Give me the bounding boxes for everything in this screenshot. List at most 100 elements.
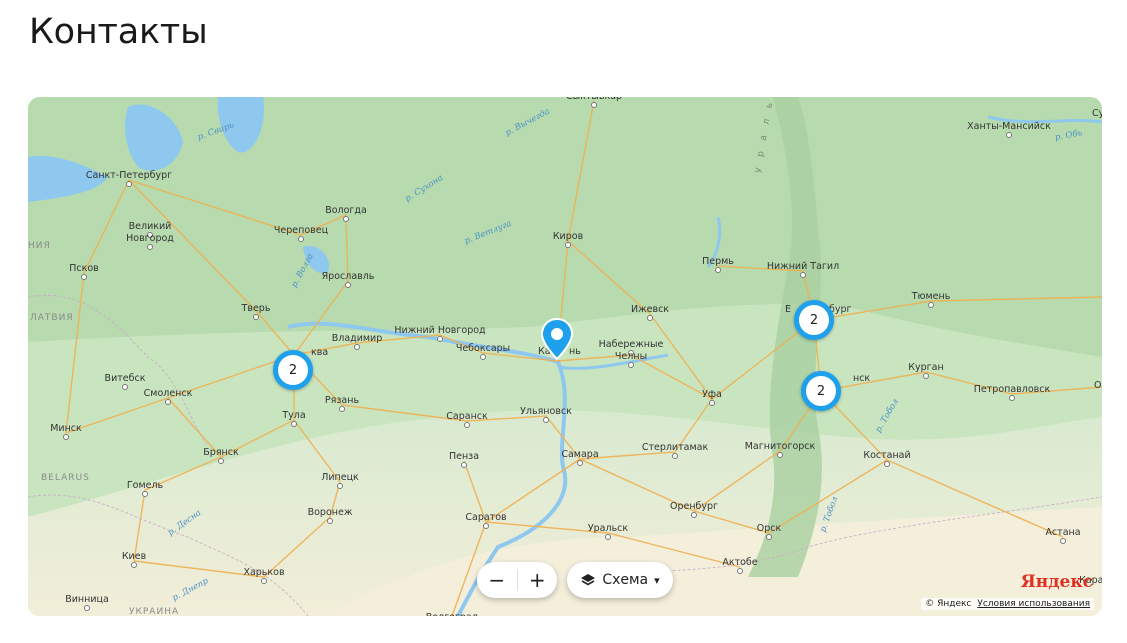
city-dot xyxy=(253,314,259,320)
city-label: Уфа xyxy=(702,389,722,400)
city-label: Астана xyxy=(1045,527,1081,538)
city-dot xyxy=(777,452,783,458)
city-dot xyxy=(343,216,349,222)
city-dot xyxy=(480,354,486,360)
city-label: Саратов xyxy=(465,512,507,523)
city-label: Оренбург xyxy=(669,501,719,512)
city-dot xyxy=(1009,395,1015,401)
layer-switch-label: Схема xyxy=(602,572,649,588)
city-label: Смоленск xyxy=(143,388,193,399)
cluster-marker[interactable]: 2 xyxy=(794,300,834,340)
cluster-marker[interactable]: 2 xyxy=(273,350,313,390)
country-label: НИЯ xyxy=(28,241,51,251)
city-dot xyxy=(800,272,806,278)
city-dot xyxy=(923,373,929,379)
city-dot xyxy=(345,282,351,288)
city-label: Киев xyxy=(121,551,147,562)
city-label: Великий xyxy=(128,221,172,232)
city-dot xyxy=(1006,132,1012,138)
city-label: Сыктывкар xyxy=(566,97,622,102)
city-label: Уральск xyxy=(587,523,629,534)
city-dot xyxy=(691,512,697,518)
city-label: Ярославль xyxy=(321,271,375,282)
city-label: Киров xyxy=(552,231,584,242)
city-dot xyxy=(766,534,772,540)
zoom-out-button[interactable]: − xyxy=(477,562,517,598)
city-dot xyxy=(628,362,634,368)
city-dot xyxy=(122,384,128,390)
city-label: Пенза xyxy=(448,451,480,462)
city-label: Ульяновск xyxy=(520,406,572,417)
city-dot xyxy=(715,267,721,273)
city-label: Самара xyxy=(561,449,599,460)
city-label: Курган xyxy=(908,362,944,373)
city-label: Стерлитамак xyxy=(641,442,709,453)
city-dot xyxy=(354,344,360,350)
city-label: Рязань xyxy=(324,395,360,406)
city-dot xyxy=(464,422,470,428)
cluster-marker[interactable]: 2 xyxy=(801,371,841,411)
location-pin-icon[interactable] xyxy=(540,317,574,361)
city-label: Петропавловск xyxy=(973,384,1051,395)
city-dot xyxy=(291,421,297,427)
country-label: ЛАТВИЯ xyxy=(30,313,74,323)
layers-icon xyxy=(581,574,596,586)
city-dot xyxy=(218,458,224,464)
city-label-partial: нск xyxy=(853,373,871,384)
zoom-control: − + xyxy=(477,562,557,598)
city-dot xyxy=(1060,538,1066,544)
city-label: Тюмень xyxy=(911,291,951,302)
city-dot xyxy=(647,315,653,321)
city-label: Саранск xyxy=(446,411,488,422)
city-label: Гомель xyxy=(126,480,164,491)
city-dot xyxy=(63,434,69,440)
city-label: Челны xyxy=(614,351,648,362)
yandex-logo[interactable]: Яндекс xyxy=(1021,572,1093,592)
city-label: Харьков xyxy=(243,567,285,578)
city-dot xyxy=(461,462,467,468)
city-label: Новгород xyxy=(126,233,174,244)
city-label: Костанай xyxy=(863,450,911,461)
city-dot xyxy=(437,336,443,342)
city-label: Владимир xyxy=(331,333,383,344)
zoom-in-button[interactable]: + xyxy=(517,562,557,598)
city-label-partial: Ом xyxy=(1094,380,1102,391)
city-label: Липецк xyxy=(321,472,359,483)
city-label: Винница xyxy=(65,594,109,605)
city-dot xyxy=(737,568,743,574)
city-label: Волгоград xyxy=(426,612,479,616)
city-label-partial: Сур xyxy=(1092,108,1102,119)
city-dot xyxy=(339,406,345,412)
city-label-partial: ква xyxy=(311,347,329,358)
city-label: Вологда xyxy=(325,205,367,216)
city-label: Витебск xyxy=(104,373,146,384)
map-container[interactable]: Сыктывкар Ханты-Мансийск Санкт-Петербург Во… xyxy=(28,97,1102,616)
country-label: BELARUS xyxy=(41,473,90,483)
terms-link[interactable]: Условия использования xyxy=(977,599,1090,609)
city-dot xyxy=(84,605,90,611)
copyright-text: © Яндекс xyxy=(925,599,972,609)
city-dot xyxy=(327,518,333,524)
city-label: Череповец xyxy=(273,225,329,236)
country-label: УКРАИНА xyxy=(129,607,180,616)
city-label: Тверь xyxy=(241,303,271,314)
copyright-bar: © Яндекс Условия использования xyxy=(921,598,1094,610)
city-dot xyxy=(337,483,343,489)
city-dot xyxy=(126,181,132,187)
city-dot xyxy=(709,400,715,406)
city-dot xyxy=(605,534,611,540)
city-dot xyxy=(884,461,890,467)
city-label: Воронеж xyxy=(307,507,353,518)
city-label: Ханты-Мансийск xyxy=(967,121,1051,132)
city-dot xyxy=(81,274,87,280)
city-label: Брянск xyxy=(203,447,239,458)
city-label: Тула xyxy=(282,410,306,421)
city-label: Орск xyxy=(756,523,782,534)
city-label: Санкт-Петербург xyxy=(85,170,173,181)
city-label: Псков xyxy=(69,263,99,274)
city-dot xyxy=(261,578,267,584)
city-label: Ижевск xyxy=(630,304,670,315)
page-title: Контакты xyxy=(29,12,208,52)
city-dot xyxy=(131,562,137,568)
layer-switch-button[interactable]: Схема ▾ xyxy=(567,562,673,598)
